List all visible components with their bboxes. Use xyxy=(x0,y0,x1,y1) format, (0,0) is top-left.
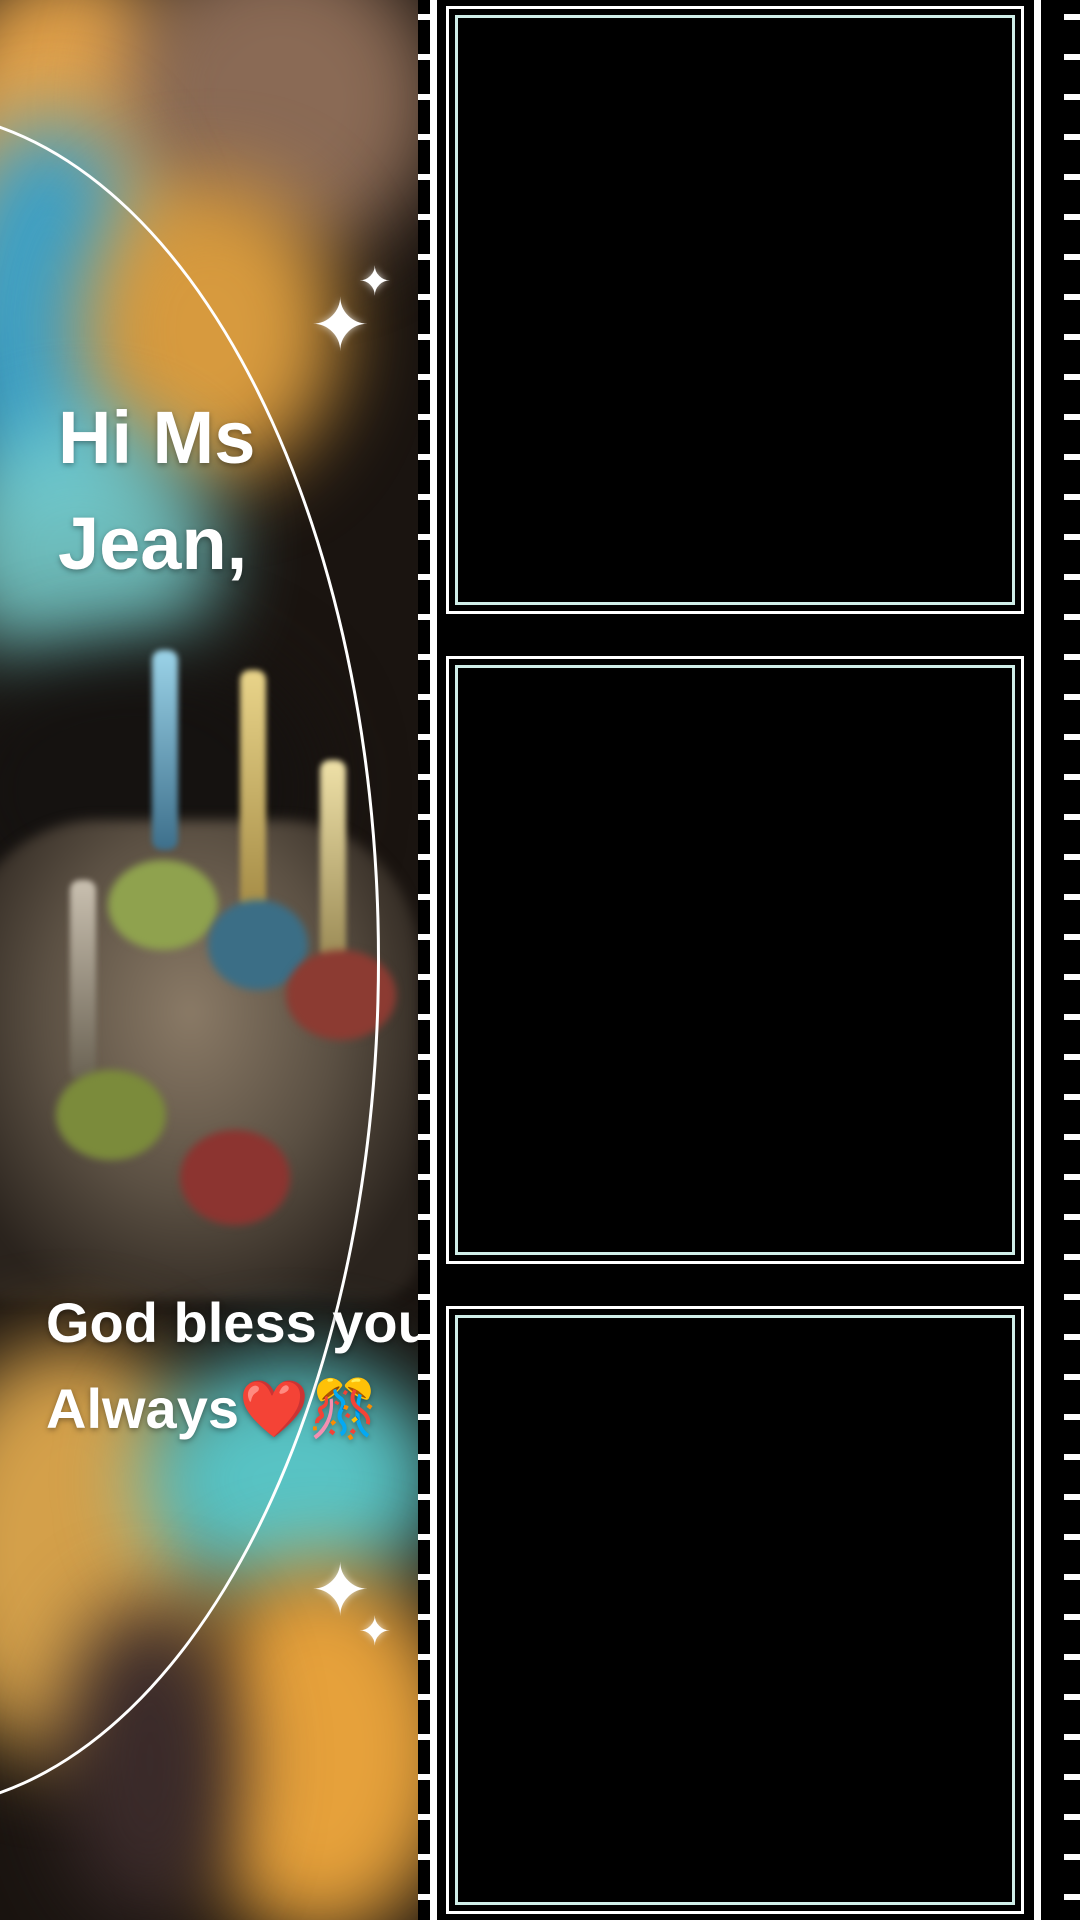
background-photo: ✦ ✦ ✦ ✦ Hi Ms Jean, God bless you Always… xyxy=(0,0,418,1920)
film-frame-3 xyxy=(446,1306,1024,1914)
sparkle-icon: ✦ xyxy=(358,260,392,304)
film-rail-left xyxy=(430,0,437,1920)
film-perforations-right xyxy=(1064,0,1080,1920)
blessing-text: God bless you Always❤️🎊 xyxy=(46,1280,418,1452)
blessing-line-1: God bless you xyxy=(46,1291,418,1354)
film-rail-right xyxy=(1034,0,1041,1920)
greeting-text: Hi Ms Jean, xyxy=(58,396,256,585)
film-frame-2 xyxy=(446,656,1024,1264)
film-strip xyxy=(418,0,1080,1920)
film-frame-1 xyxy=(446,6,1024,614)
sparkle-icon: ✦ xyxy=(358,1610,392,1654)
blessing-line-2: Always❤️🎊 xyxy=(46,1377,379,1440)
